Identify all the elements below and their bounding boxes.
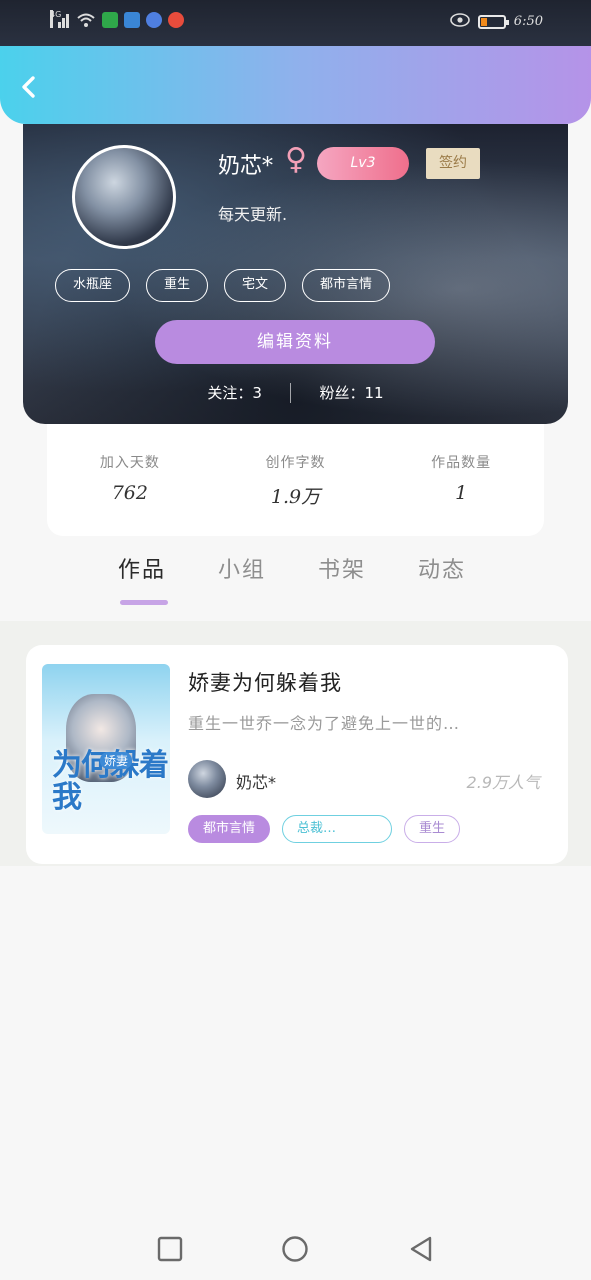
profile-tag[interactable]: 都市言情 bbox=[302, 269, 391, 302]
cover-subtitle: 娇妻 bbox=[100, 752, 133, 769]
stat-value: 762 bbox=[111, 482, 148, 504]
following-link[interactable]: 关注：3 bbox=[207, 382, 262, 403]
avatar[interactable] bbox=[72, 145, 176, 249]
stat-join-days: 加入天数 762 bbox=[60, 424, 200, 536]
profile-tag[interactable]: 宅文 bbox=[224, 269, 287, 302]
chevron-left-icon bbox=[22, 76, 35, 98]
content-tabs: 作品 小组 书架 动态 bbox=[0, 552, 591, 620]
divider bbox=[289, 382, 292, 403]
book-card[interactable]: 为何躲着我 娇妻 娇妻为何躲着我 重生一世乔一念为了避免上一世的… 奶芯* 2.… bbox=[26, 645, 568, 864]
author-avatar[interactable] bbox=[188, 760, 226, 798]
stat-label: 加入天数 bbox=[99, 455, 160, 471]
stat-label: 创作字数 bbox=[265, 455, 326, 471]
wifi-icon bbox=[76, 12, 96, 28]
book-tag[interactable]: 总裁… bbox=[282, 815, 393, 843]
home-button[interactable] bbox=[282, 1236, 308, 1262]
profile-tag[interactable]: 重生 bbox=[146, 269, 209, 302]
app-notification-icon bbox=[168, 12, 184, 28]
book-tag[interactable]: 都市言情 bbox=[188, 815, 271, 843]
tab-bookshelf[interactable]: 书架 bbox=[318, 552, 366, 584]
tab-groups[interactable]: 小组 bbox=[218, 552, 266, 584]
book-description: 重生一世乔一念为了避免上一世的… bbox=[188, 714, 461, 733]
followers-count: 11 bbox=[364, 384, 384, 402]
profile-bio: 每天更新. bbox=[218, 205, 288, 224]
eye-icon bbox=[449, 13, 470, 30]
edit-profile-button[interactable]: 编辑资料 bbox=[155, 320, 435, 364]
system-nav-bar bbox=[0, 1216, 591, 1280]
status-right: 6:50 bbox=[449, 13, 543, 30]
signal-icon: 4G bbox=[50, 10, 70, 28]
profile-tag[interactable]: 水瓶座 bbox=[55, 269, 131, 302]
profile-name: 奶芯* bbox=[218, 154, 274, 179]
popularity: 2.9万人气 bbox=[466, 773, 540, 792]
app-notification-icon bbox=[146, 12, 162, 28]
female-icon: ♀ bbox=[285, 142, 307, 177]
header-bar bbox=[0, 46, 591, 124]
tab-activity[interactable]: 动态 bbox=[418, 552, 466, 584]
book-cover[interactable]: 为何躲着我 娇妻 bbox=[42, 664, 170, 834]
square-icon bbox=[157, 1236, 183, 1262]
circle-icon bbox=[282, 1236, 308, 1262]
stat-word-count: 创作字数 1.9万 bbox=[225, 424, 365, 536]
stat-work-count: 作品数量 1 bbox=[391, 424, 531, 536]
book-tags: 都市言情 总裁… 重生 bbox=[188, 815, 461, 843]
signed-badge: 签约 bbox=[426, 148, 480, 179]
tab-works[interactable]: 作品 bbox=[118, 552, 166, 584]
battery-icon bbox=[477, 14, 509, 29]
stat-value: 1.9万 bbox=[270, 486, 321, 508]
author-name[interactable]: 奶芯* bbox=[236, 769, 276, 793]
status-bar: 4G 6:50 bbox=[0, 0, 591, 46]
back-nav-button[interactable] bbox=[408, 1236, 434, 1262]
following-count: 3 bbox=[252, 384, 262, 402]
back-button[interactable] bbox=[14, 72, 44, 102]
tab-indicator bbox=[120, 600, 168, 605]
follow-stats: 关注：3 粉丝：11 bbox=[23, 382, 568, 403]
profile-card: 奶芯* ♀ Lv3 签约 每天更新. 水瓶座 重生 宅文 都市言情 编辑资料 关… bbox=[23, 124, 568, 424]
app-notification-icon bbox=[102, 12, 118, 28]
triangle-back-icon bbox=[410, 1236, 432, 1262]
stats-card: 加入天数 762 创作字数 1.9万 作品数量 1 bbox=[47, 424, 544, 536]
stat-label: 作品数量 bbox=[431, 455, 492, 471]
book-tag[interactable]: 重生 bbox=[404, 815, 461, 843]
book-title[interactable]: 娇妻为何躲着我 bbox=[188, 667, 342, 697]
profile-tags: 水瓶座 重生 宅文 都市言情 bbox=[55, 269, 391, 302]
following-label: 关注： bbox=[207, 384, 253, 402]
level-badge: Lv3 bbox=[317, 147, 409, 180]
status-left: 4G bbox=[50, 10, 184, 28]
followers-label: 粉丝： bbox=[319, 384, 365, 402]
followers-link[interactable]: 粉丝：11 bbox=[319, 382, 383, 403]
clock: 6:50 bbox=[513, 14, 543, 29]
recent-apps-button[interactable] bbox=[157, 1236, 183, 1262]
network-type: 4G bbox=[50, 10, 61, 28]
stat-value: 1 bbox=[455, 482, 468, 504]
app-notification-icon bbox=[124, 12, 140, 28]
works-list: 为何躲着我 娇妻 娇妻为何躲着我 重生一世乔一念为了避免上一世的… 奶芯* 2.… bbox=[0, 621, 591, 866]
